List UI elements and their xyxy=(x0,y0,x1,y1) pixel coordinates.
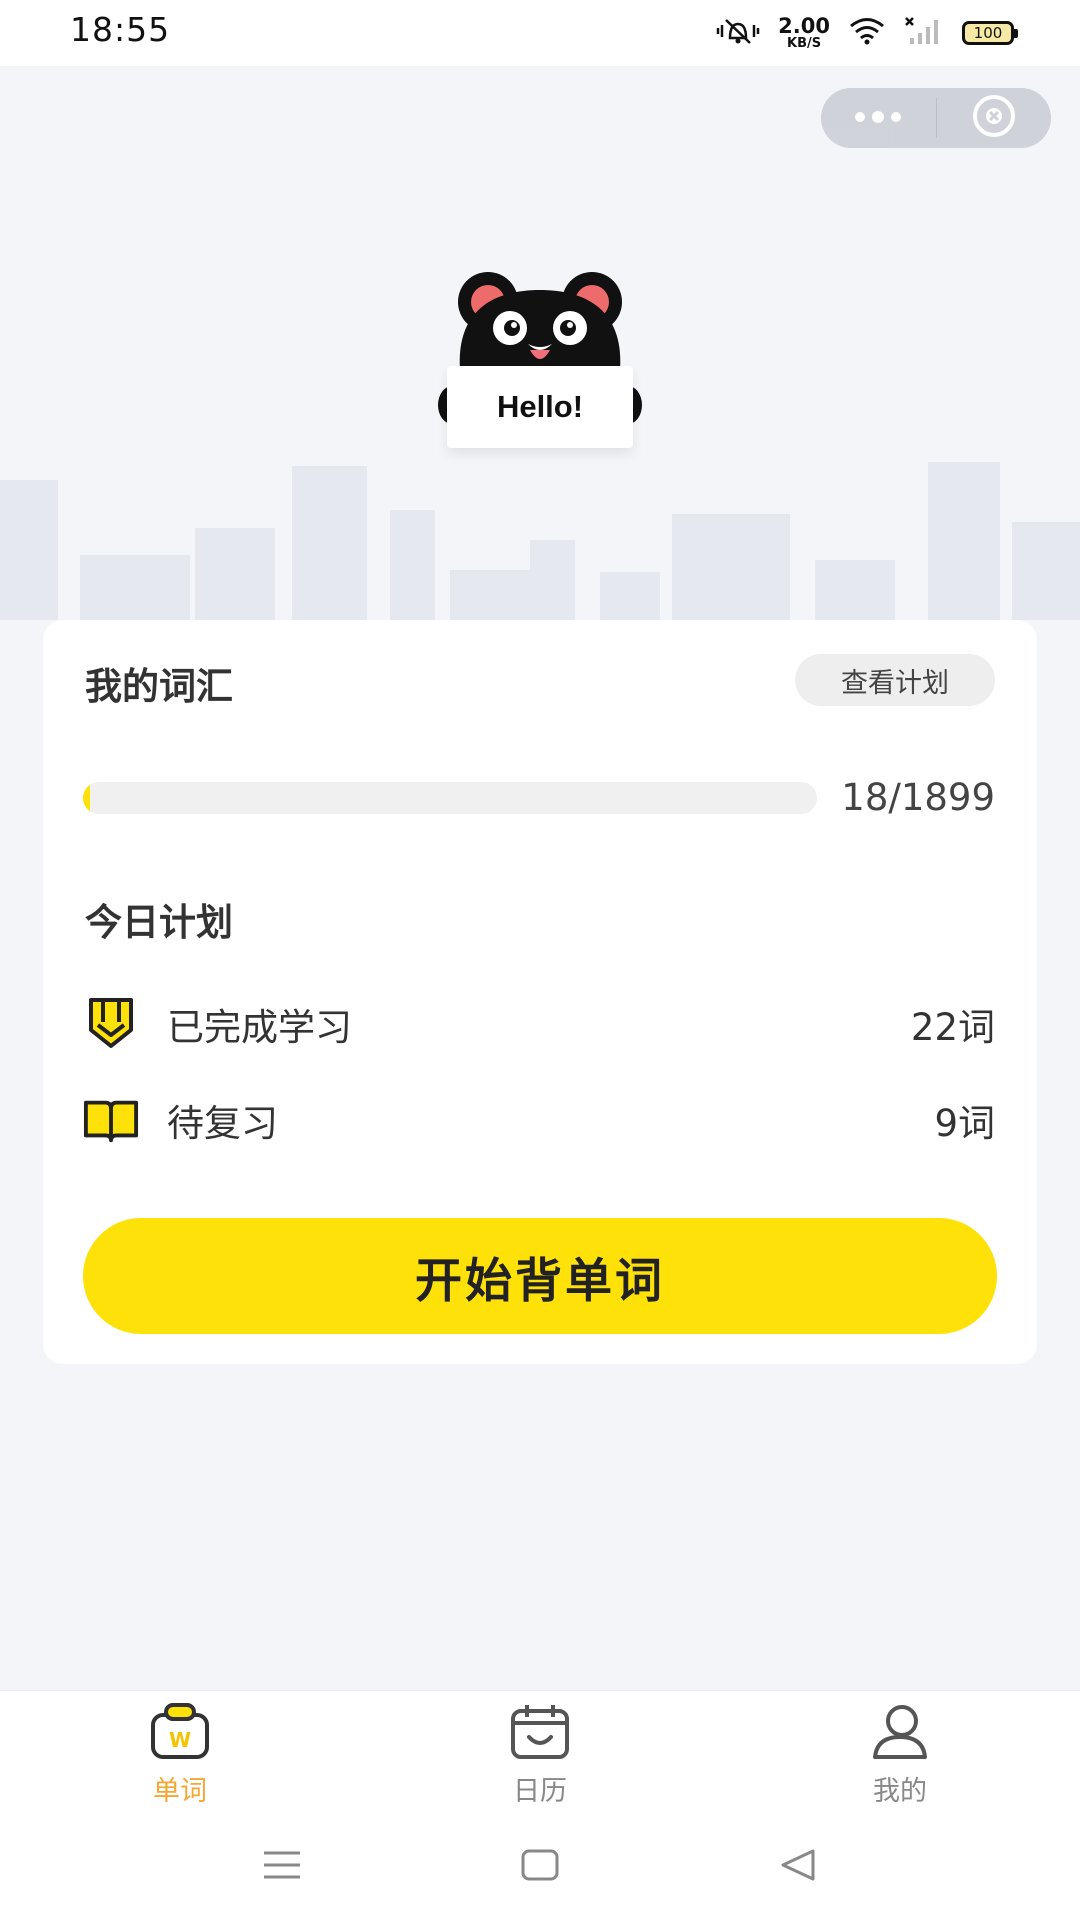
completed-row: 已完成学习 22词 xyxy=(83,994,995,1054)
status-icons: 2.00 KB/S 100 xyxy=(716,12,1018,54)
start-memorizing-button[interactable]: 开始背单词 xyxy=(83,1218,997,1334)
review-value: 9词 xyxy=(934,1102,995,1145)
today-plan-title: 今日计划 xyxy=(85,901,233,944)
review-label: 待复习 xyxy=(167,1102,278,1145)
miniprogram-capsule xyxy=(821,88,1051,148)
net-speed-value: 2.00 xyxy=(778,14,830,38)
home-button[interactable] xyxy=(510,1842,570,1892)
bottom-tab-bar: W 单词 日历 我的 xyxy=(0,1690,1080,1817)
signal-icon xyxy=(904,16,944,50)
home-square-icon xyxy=(521,1849,559,1885)
vibrate-mute-icon xyxy=(716,16,760,50)
svg-text:W: W xyxy=(169,1728,191,1752)
close-circle-icon xyxy=(971,93,1017,143)
vocab-progress-bar xyxy=(83,782,817,814)
system-nav-bar xyxy=(0,1816,1080,1920)
tab-profile[interactable]: 我的 xyxy=(840,1703,960,1813)
city-skyline-illustration xyxy=(0,462,1080,620)
net-speed-unit: KB/S xyxy=(787,36,822,51)
wifi-icon xyxy=(848,16,886,50)
pencil-badge-icon xyxy=(83,996,139,1052)
back-button[interactable] xyxy=(768,1842,828,1892)
battery-icon: 100 xyxy=(962,21,1018,45)
open-book-icon xyxy=(83,1092,139,1148)
vocab-progress-fill xyxy=(83,782,90,814)
completed-label: 已完成学习 xyxy=(167,1006,352,1049)
hello-sign: Hello! xyxy=(447,366,633,448)
vocabulary-card: 我的词汇 查看计划 18/1899 今日计划 已完成学习 22词 待复习 9词 … xyxy=(43,620,1037,1364)
back-triangle-icon xyxy=(779,1848,817,1886)
completed-value: 22词 xyxy=(910,1006,995,1049)
tab-calendar-label: 日历 xyxy=(513,1776,567,1807)
net-speed: 2.00 KB/S xyxy=(778,14,830,51)
vocab-progress-text: 18/1899 xyxy=(841,776,995,819)
menu-button[interactable] xyxy=(252,1842,312,1892)
view-plan-button[interactable]: 查看计划 xyxy=(795,654,995,706)
status-bar: 18:55 2.00 KB/S 100 xyxy=(0,0,1080,66)
tab-profile-label: 我的 xyxy=(873,1776,927,1807)
word-bag-icon: W xyxy=(149,1703,211,1765)
close-button[interactable] xyxy=(937,88,1052,148)
review-row: 待复习 9词 xyxy=(83,1090,995,1150)
user-profile-icon xyxy=(869,1703,931,1765)
tab-words-label: 单词 xyxy=(153,1776,207,1807)
more-button[interactable] xyxy=(821,88,936,148)
menu-lines-icon xyxy=(262,1849,302,1885)
status-time: 18:55 xyxy=(70,10,171,49)
tab-words[interactable]: W 单词 xyxy=(120,1703,240,1813)
calendar-face-icon xyxy=(509,1703,571,1765)
more-dots-icon xyxy=(852,109,904,128)
vocab-title: 我的词汇 xyxy=(85,665,233,708)
tab-calendar[interactable]: 日历 xyxy=(480,1703,600,1813)
